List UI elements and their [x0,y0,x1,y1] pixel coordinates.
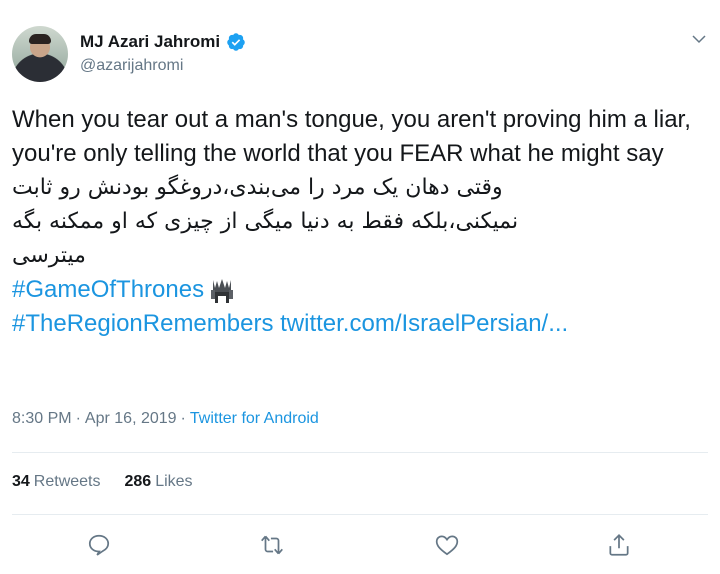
reply-button[interactable] [86,532,112,558]
tweet-meta: 8:30 PM · Apr 16, 2019 · Twitter for And… [12,410,319,428]
author-display-name[interactable]: MJ Azari Jahromi [80,32,220,52]
likes-count: 286 [124,473,152,490]
author-handle[interactable]: @azarijahromi [80,57,183,75]
divider-bottom [12,514,708,515]
retweet-button[interactable] [259,532,285,558]
hashtag-line: #GameOfThrones [12,273,702,307]
likes-label: Likes [155,473,193,490]
tweet-text: When you tear out a man's tongue, you ar… [12,103,702,341]
likes-stat[interactable]: 286 Likes [125,473,193,491]
tweet-text-persian-line-2: نمیکنی،بلکه فقط به دنیا میگی از چیزی که … [12,209,519,234]
hashtag-gameofthrones[interactable]: #GameOfThrones [12,276,204,303]
divider-top [12,452,708,453]
avatar-hair [29,34,51,44]
retweet-icon [261,535,283,555]
tweet-stats: 34 Retweets 286 Likes [12,473,193,491]
share-button[interactable] [606,532,632,558]
tweet-text-persian-line-3: میترسی [12,243,86,268]
tweet-source[interactable]: Twitter for Android [190,410,319,428]
author-name-row: MJ Azari Jahromi [80,32,246,52]
tweet-card: MJ Azari Jahromi @azarijahromi When you … [0,0,720,574]
retweets-stat[interactable]: 34 Retweets [12,473,101,491]
tweet-text-english: When you tear out a man's tongue, you ar… [12,106,691,167]
retweets-count: 34 [12,473,30,490]
reply-icon [88,534,110,556]
hashtag-and-link-line[interactable]: #TheRegionRemembers twitter.com/IsraelPe… [12,307,702,341]
tweet-time[interactable]: 8:30 PM [12,410,72,428]
tweet-date[interactable]: Apr 16, 2019 [85,410,177,428]
verified-badge-icon [227,33,245,51]
chevron-down-icon[interactable] [690,30,708,48]
avatar[interactable] [12,26,68,82]
share-icon [609,534,629,556]
like-button[interactable] [434,532,460,558]
tweet-text-persian-line-1: وقتی دهان یک مرد را می‌بندی،دروغگو بودنش… [12,175,503,200]
retweets-label: Retweets [33,473,101,490]
tweet-actions [0,532,720,562]
heart-icon [435,535,459,556]
throne-emoji-icon [211,278,234,303]
meta-separator-1: · [75,410,81,427]
meta-separator-2: · [180,410,186,427]
